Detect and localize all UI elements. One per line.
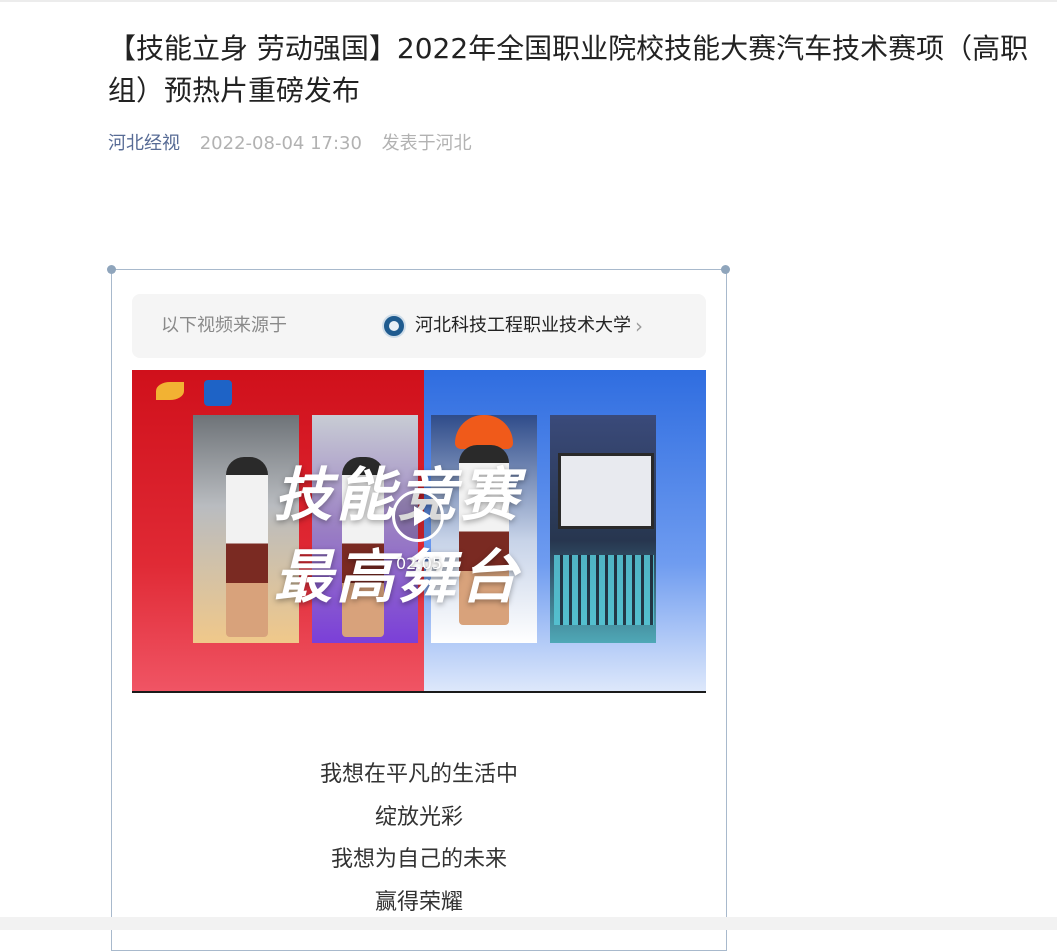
chevron-right-icon: › [635, 314, 643, 338]
channel-logo-icon [156, 382, 184, 400]
video-bottom-edge [132, 691, 706, 693]
source-account-link[interactable]: 河北经视 [108, 133, 180, 154]
video-source-card[interactable]: 以下视频来源于 河北科技工程职业技术大学 › [132, 294, 706, 358]
video-source-account-name: 河北科技工程职业技术大学 [415, 315, 631, 336]
publish-date: 2022-08-04 17:30 [199, 133, 362, 154]
video-source-account[interactable]: 河北科技工程职业技术大学 › [382, 312, 643, 340]
resize-handle-top-left[interactable] [107, 265, 116, 274]
video-duration: 02:05 [395, 554, 443, 573]
article-body: 我想在平凡的生活中 绽放光彩 我想为自己的未来 赢得荣耀 [132, 754, 706, 924]
video-overlay-text: 最高舞台 [274, 543, 523, 611]
article-title: 【技能立身 劳动强国】2022年全国职业院校技能大赛汽车技术赛项（高职组）预热片… [108, 32, 1029, 107]
video-player[interactable]: 技能竞赛 最高舞台 02:05 [132, 370, 706, 693]
school-logo-icon [382, 314, 406, 338]
bottom-bar [0, 917, 1057, 930]
body-line: 我想在平凡的生活中 [319, 762, 518, 787]
top-divider [0, 0, 1057, 2]
video-source-prefix: 以下视频来源于 [161, 315, 287, 336]
publish-location: 发表于河北 [381, 133, 472, 154]
article-meta: 河北经视 2022-08-04 17:30 发表于河北 [108, 130, 486, 158]
video-overlay-text: 技能竞赛 [274, 461, 523, 529]
body-line: 绽放光彩 [374, 804, 463, 830]
play-icon[interactable] [392, 490, 444, 542]
body-line: 我想为自己的未来 [330, 847, 507, 872]
channel-badge-icon [204, 380, 232, 406]
resize-handle-top-right[interactable] [721, 265, 730, 274]
